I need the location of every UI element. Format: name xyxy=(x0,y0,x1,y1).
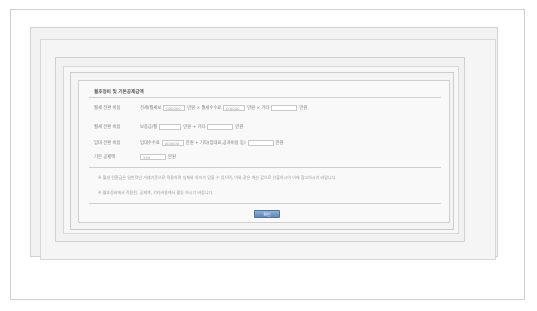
row-text: 만원 × 기타 xyxy=(247,106,270,111)
form-row: 월세 전환 비용 보증금/월 만원 + 기타 만원 xyxy=(94,122,245,132)
row-unit: 만원 xyxy=(235,125,244,130)
title-divider xyxy=(89,97,441,98)
deposit-input[interactable]: 000000 xyxy=(163,105,186,111)
note-line: ※ 월세 전환금은 일반적인 거래기준으로 적용하며 실제와 차이가 있을 수 … xyxy=(98,175,337,180)
row-unit: 만원 xyxy=(299,106,308,111)
form-row: 기본 공제액 250 만원 xyxy=(94,152,178,162)
form-row: 월세 전환 비용 전세/월세보 000000 만원 × 월세수수료 0.0000… xyxy=(94,103,309,113)
other-cost-input[interactable] xyxy=(271,105,298,111)
note-line: ※ 월호정비에서 적용된, 공제액, 기타비용에서 활동 하시기 바랍니다. xyxy=(98,190,214,195)
footer-divider xyxy=(89,203,441,204)
row-label: 월세 전환 비용 xyxy=(94,106,121,111)
row-text: 만원 × 월세수수료 xyxy=(187,106,222,111)
confirm-button[interactable]: 확인 xyxy=(254,210,280,218)
row-text: 만원 + 기타 xyxy=(183,125,206,130)
row-label: 임대 전환 비용 xyxy=(94,141,121,146)
dialog-title: 월호정비 및 기본공제금액 xyxy=(94,90,144,95)
row-text: 만원 + 기타(임대료,공과비용 등) xyxy=(185,141,246,146)
lease-fee-input[interactable]: 000000 xyxy=(161,140,184,146)
row-text: 임대수수료 xyxy=(140,141,160,146)
row-text: 전세/월세보 xyxy=(140,106,162,111)
base-deduction-input[interactable]: 250 xyxy=(140,154,166,160)
row-text: 보증금/월 xyxy=(140,125,158,130)
other-cost-input[interactable] xyxy=(247,140,274,146)
section-divider xyxy=(89,167,441,168)
monthly-input[interactable] xyxy=(159,124,182,130)
row-label: 기본 공제액 xyxy=(94,155,116,160)
row-label: 월세 전환 비용 xyxy=(94,125,121,130)
row-unit: 만원 xyxy=(168,155,176,160)
form-row: 임대 전환 비용 임대수수료 000000 만원 + 기타(임대료,공과비용 등… xyxy=(94,138,286,148)
fee-rate-input[interactable]: 0.0000 xyxy=(223,105,246,111)
row-unit: 만원 xyxy=(275,141,284,146)
other-cost-input[interactable] xyxy=(207,124,234,130)
